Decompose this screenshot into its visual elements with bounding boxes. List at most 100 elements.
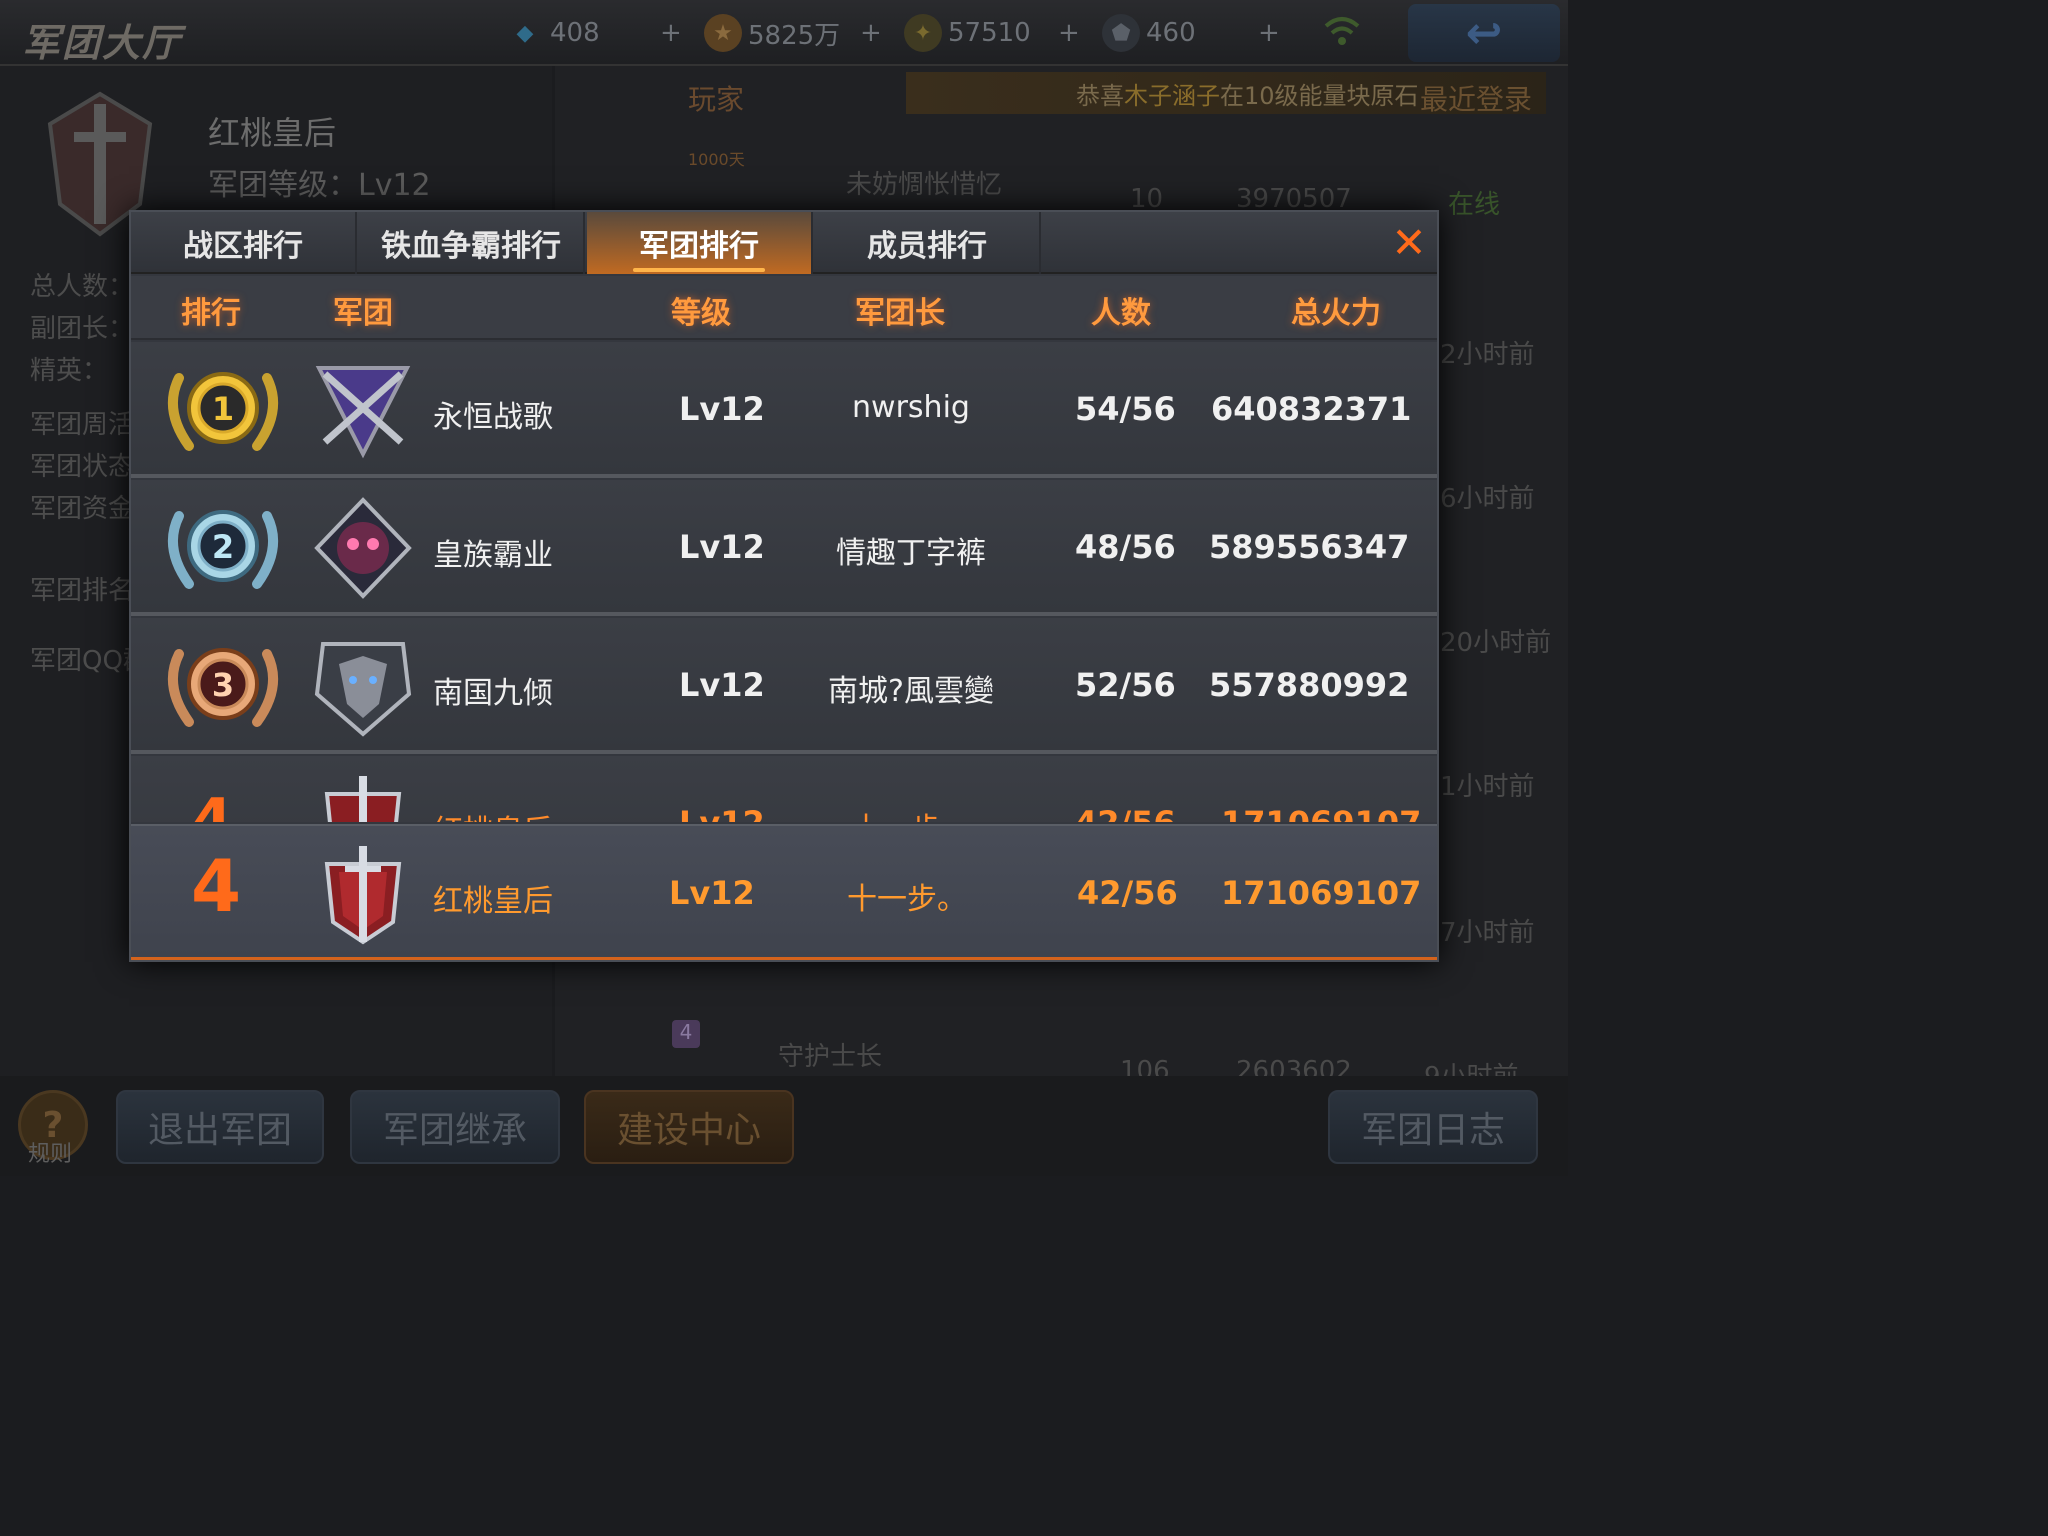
back-arrow-icon: ↩ — [1465, 7, 1503, 59]
guild-name: 红桃皇后 — [433, 806, 553, 822]
player-tab[interactable]: 玩家 — [688, 78, 744, 118]
guild-name: 南国九倾 — [433, 676, 553, 711]
add-gold-button[interactable]: + — [860, 18, 882, 48]
ranking-modal: 战区排行 铁血争霸排行 军团排行 成员排行 ✕ 排行 军团 等级 军团长 人数 … — [129, 210, 1439, 962]
own-guild-leader: 十一步。 — [847, 882, 967, 917]
gold-coin-icon: ★ — [704, 14, 742, 52]
ranking-row[interactable]: 3 南国九倾 Lv12 南城?風雲變 52/56 557880992 — [131, 618, 1437, 754]
member-status: 6小时前 — [1440, 484, 1535, 514]
level-badge: 4 — [672, 1020, 700, 1048]
tab-member-ranking[interactable]: 成员排行 — [815, 212, 1041, 274]
add-shield-button[interactable]: + — [1258, 18, 1280, 48]
guild-members: 48/56 — [1075, 528, 1176, 566]
rank-number: 4 — [191, 786, 233, 822]
guild-level: 军团等级：Lv12 — [208, 168, 431, 203]
own-guild-level: Lv12 — [669, 874, 755, 912]
sword-shield-emblem-icon — [309, 842, 417, 946]
guild-firepower: 171069107 — [1221, 804, 1421, 822]
crossed-rifles-emblem-icon — [309, 358, 417, 462]
leave-guild-button[interactable]: 退出军团 — [116, 1090, 324, 1164]
ranking-tab-bar: 战区排行 铁血争霸排行 军团排行 成员排行 ✕ — [131, 212, 1437, 274]
own-guild-firepower: 171069107 — [1221, 874, 1422, 912]
member-status: 在线 — [1448, 190, 1501, 220]
medal-rank-number: 1 — [212, 390, 234, 428]
recent-login-tab[interactable]: 最近登录 — [1420, 78, 1532, 118]
resource-shield: ⬟ 460 — [1102, 14, 1196, 52]
vice-leader-label: 副团长： — [30, 314, 135, 344]
guild-inherit-button[interactable]: 军团继承 — [350, 1090, 560, 1164]
col-firepower: 总火力 — [1291, 296, 1381, 331]
guild-leader: 南城?風雲變 — [828, 674, 994, 709]
resource-honor: ✦ 57510 — [904, 14, 1031, 52]
ranking-column-headers: 排行 军团 等级 军团长 人数 总火力 — [131, 276, 1437, 340]
ranking-list[interactable]: 1 永恒战歌 Lv12 nwrshig 54/56 640832371 2 皇族… — [131, 342, 1437, 822]
total-members-label: 总人数： — [30, 272, 135, 302]
silver-laurel-medal-icon: 2 — [159, 496, 287, 600]
wolf-head-emblem-icon — [309, 634, 417, 738]
ranking-row[interactable]: 4 红桃皇后 Lv12 十一步。 42/56 171069107 — [131, 756, 1437, 822]
own-rank-number: 4 — [191, 844, 242, 928]
guild-members: 42/56 — [1075, 804, 1176, 822]
guild-name: 红桃皇后 — [208, 114, 337, 152]
col-leader: 军团长 — [855, 296, 945, 331]
medal-rank-number: 2 — [212, 528, 234, 566]
close-icon[interactable]: ✕ — [1387, 218, 1431, 267]
skull-mask-emblem-icon — [309, 496, 417, 600]
guild-status-label: 军团状态 — [30, 452, 135, 482]
resource-diamond: ◆ 408 — [506, 14, 600, 52]
build-center-button[interactable]: 建设中心 — [584, 1090, 794, 1164]
weekly-activity-label: 军团周活 — [30, 410, 135, 440]
member-status: 20小时前 — [1440, 628, 1552, 658]
bronze-laurel-medal-icon: 3 — [159, 634, 287, 738]
add-honor-button[interactable]: + — [1058, 18, 1080, 48]
ranking-row[interactable]: 1 永恒战歌 Lv12 nwrshig 54/56 640832371 — [131, 342, 1437, 478]
rules-label: 规则 — [28, 1142, 73, 1167]
ranking-row[interactable]: 2 皇族霸业 Lv12 情趣丁字裤 48/56 589556347 — [131, 480, 1437, 616]
elite-label: 精英： — [30, 356, 109, 386]
add-diamond-button[interactable]: + — [660, 18, 682, 48]
days-badge: 1000天 — [688, 150, 745, 169]
gold-laurel-medal-icon: 1 — [159, 358, 287, 462]
member-name: 未妨惆怅惜忆 — [846, 170, 1003, 200]
col-rank: 排行 — [181, 296, 241, 331]
guild-members: 54/56 — [1075, 390, 1176, 428]
tab-guild-ranking[interactable]: 军团排行 — [587, 212, 813, 274]
guild-firepower: 589556347 — [1209, 528, 1410, 566]
guild-funds-label: 军团资金 — [30, 494, 135, 524]
guild-level: Lv12 — [679, 666, 765, 704]
guild-firepower: 640832371 — [1211, 390, 1412, 428]
honor-badge-icon: ✦ — [904, 14, 942, 52]
own-guild-name: 红桃皇后 — [433, 884, 553, 919]
member-name: 守护士长 — [778, 1042, 883, 1072]
col-members: 人数 — [1091, 296, 1151, 331]
sword-shield-emblem-icon — [309, 772, 417, 822]
shield-token-icon: ⬟ — [1102, 14, 1140, 52]
member-status: 7小时前 — [1440, 918, 1535, 948]
guild-name: 永恒战歌 — [433, 400, 553, 435]
guild-level: Lv12 — [679, 804, 765, 822]
guild-rank-label: 军团排名 — [30, 576, 135, 606]
guild-name: 皇族霸业 — [433, 538, 553, 573]
top-bar: 军团大厅 ◆ 408 + ★ 5825万 + ✦ 57510 + ⬟ 460 +… — [0, 0, 1568, 66]
guild-level: Lv12 — [679, 528, 765, 566]
medal-rank-number: 3 — [212, 666, 234, 704]
resource-gold: ★ 5825万 — [704, 14, 840, 52]
guild-leader: nwrshig — [852, 390, 970, 425]
back-button[interactable]: ↩ — [1408, 4, 1560, 62]
tab-zone-ranking[interactable]: 战区排行 — [131, 212, 357, 274]
wifi-icon — [1322, 14, 1362, 48]
diamond-icon: ◆ — [516, 20, 534, 46]
hall-title: 军团大厅 — [22, 21, 183, 65]
tab-iron-blood-ranking[interactable]: 铁血争霸排行 — [359, 212, 585, 274]
own-guild-members: 42/56 — [1077, 874, 1178, 912]
member-status: 1小时前 — [1440, 772, 1535, 802]
guild-leader: 情趣丁字裤 — [836, 536, 986, 571]
guild-leader: 十一步。 — [811, 804, 1011, 822]
guild-members: 52/56 — [1075, 666, 1176, 704]
member-status: 2小时前 — [1440, 340, 1535, 370]
guild-firepower: 557880992 — [1209, 666, 1410, 704]
col-level: 等级 — [671, 296, 731, 331]
own-guild-row[interactable]: 4 红桃皇后 Lv12 十一步。 42/56 171069107 — [131, 824, 1437, 960]
guild-log-button[interactable]: 军团日志 — [1328, 1090, 1538, 1164]
guild-level: Lv12 — [679, 390, 765, 428]
